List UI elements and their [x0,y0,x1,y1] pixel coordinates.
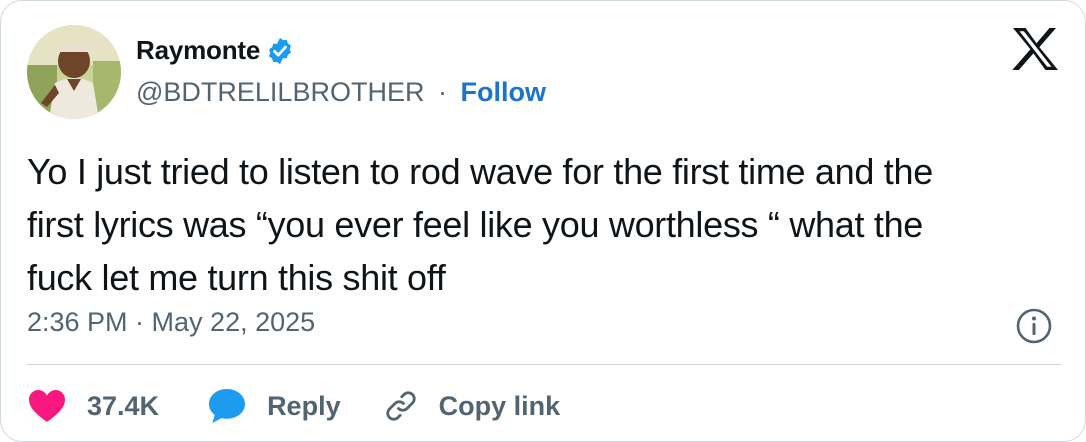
info-icon[interactable] [1015,307,1053,345]
author-display-name[interactable]: Raymonte [136,35,260,66]
link-icon [386,391,416,421]
copy-link-button[interactable]: Copy link [383,388,561,424]
avatar-image [27,25,121,119]
reply-label: Reply [267,390,341,421]
verified-badge-icon [269,37,292,64]
like-count: 37.4K [87,390,160,421]
divider [27,364,1061,365]
tweet-timestamp[interactable]: 2:36 PM · May 22, 2025 [27,307,315,338]
reply-button[interactable]: Reply [207,387,341,425]
x-logo-icon[interactable] [1011,27,1059,71]
author-handle-row: @BDTRELILBROTHER · Follow [136,77,546,108]
action-bar: 37.4K Reply Copy link [27,385,560,427]
author-name-row: Raymonte [136,35,295,66]
like-button[interactable]: 37.4K [27,388,159,424]
copy-link-label: Copy link [438,390,561,421]
reply-bubble-icon [209,389,246,423]
tweet-card: Raymonte @BDTRELILBROTHER · Follow Yo I … [0,0,1086,442]
follow-button[interactable]: Follow [461,77,546,107]
handle-separator: · [437,77,447,107]
tweet-text: Yo I just tried to listen to rod wave fo… [27,151,933,298]
heart-icon [29,390,65,422]
avatar[interactable] [27,25,121,119]
author-handle[interactable]: @BDTRELILBROTHER [136,77,424,107]
